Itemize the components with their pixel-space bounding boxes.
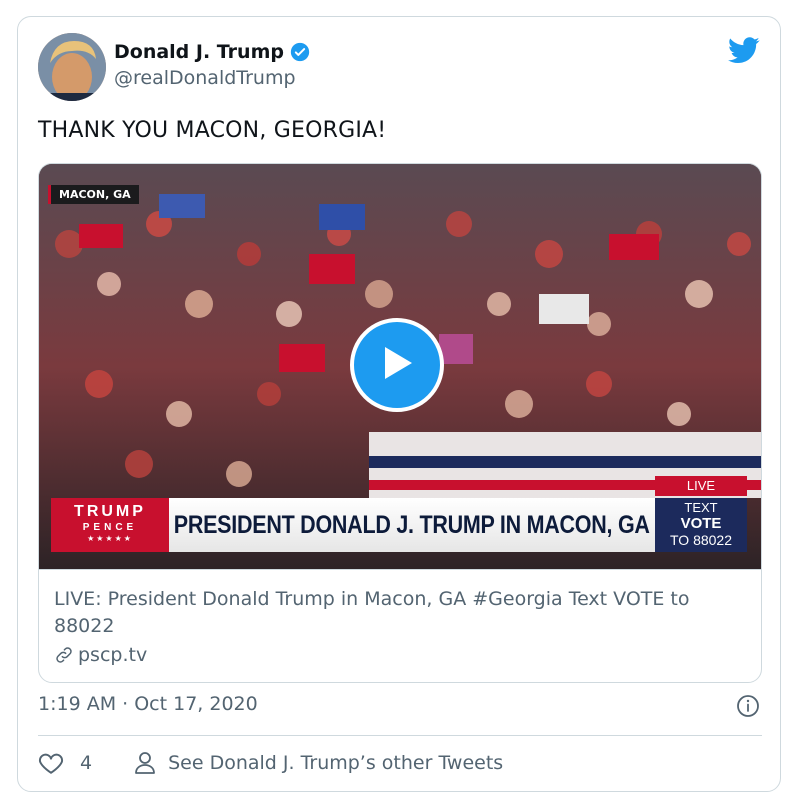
tweet-timestamp[interactable]: 1:19 AM · Oct 17, 2020 <box>38 693 258 715</box>
play-icon <box>379 344 415 386</box>
vote-line3: TO 88022 <box>669 532 732 548</box>
heart-icon <box>38 751 64 775</box>
tweet-card[interactable]: Donald J. Trump @realDonaldTrump THANK Y… <box>17 16 781 792</box>
live-badge: LIVE <box>655 476 747 496</box>
link-domain-row[interactable]: pscp.tv <box>54 644 147 666</box>
video-thumbnail[interactable]: MACON, GA TRUMP PENCE ★★★★★ PRESIDENT DO… <box>39 164 761 569</box>
like-count: 4 <box>80 752 93 774</box>
logo-top-text: TRUMP <box>74 503 146 520</box>
tweet-text: THANK YOU MACON, GEORGIA! <box>38 118 387 143</box>
avatar[interactable] <box>38 33 106 101</box>
trump-pence-logo: TRUMP PENCE ★★★★★ <box>51 498 169 552</box>
link-icon <box>54 645 74 665</box>
author-handle[interactable]: @realDonaldTrump <box>114 67 296 89</box>
link-domain[interactable]: pscp.tv <box>78 644 147 666</box>
see-other-tweets-label[interactable]: See Donald J. Trump’s other Tweets <box>168 752 503 774</box>
link-card[interactable]: MACON, GA TRUMP PENCE ★★★★★ PRESIDENT DO… <box>38 163 762 683</box>
see-other-tweets-link[interactable]: See Donald J. Trump’s other Tweets <box>134 751 503 775</box>
info-icon[interactable] <box>736 694 760 722</box>
logo-stars: ★★★★★ <box>87 534 133 543</box>
vote-line2: VOTE <box>680 515 722 532</box>
vote-line1: TEXT <box>684 500 718 515</box>
author-name[interactable]: Donald J. Trump <box>114 41 284 63</box>
logo-bottom-text: PENCE <box>82 522 138 533</box>
divider <box>38 735 762 736</box>
like-button[interactable]: 4 <box>38 751 92 775</box>
link-card-meta[interactable]: LIVE: President Donald Trump in Macon, G… <box>39 569 761 682</box>
vote-box: TEXT VOTE TO 88022 <box>655 498 747 552</box>
link-title[interactable]: LIVE: President Donald Trump in Macon, G… <box>54 586 744 640</box>
play-button[interactable] <box>350 318 444 412</box>
person-icon <box>134 751 156 775</box>
news-banner: PRESIDENT DONALD J. TRUMP IN MACON, GA <box>169 498 655 552</box>
banner-text: PRESIDENT DONALD J. TRUMP IN MACON, GA <box>174 510 650 539</box>
action-bar: 4 See Donald J. Trump’s other Tweets <box>38 751 503 775</box>
location-tag: MACON, GA <box>48 185 139 204</box>
twitter-bird-icon[interactable] <box>728 37 760 68</box>
verified-badge-icon <box>290 42 310 62</box>
